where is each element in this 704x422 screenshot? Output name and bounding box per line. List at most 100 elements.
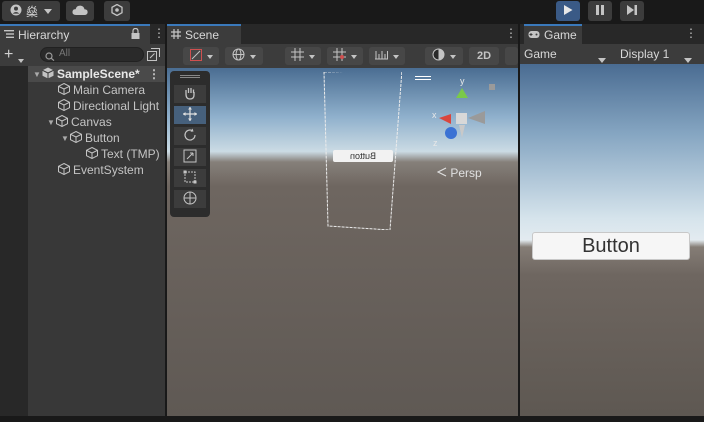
more-options-icon[interactable]: ⋮ bbox=[685, 27, 697, 39]
expand-arrow-icon[interactable]: ▼ bbox=[60, 134, 70, 143]
hierarchy-search-input[interactable]: All bbox=[40, 47, 144, 62]
more-options-icon[interactable]: ⋮ bbox=[153, 27, 165, 39]
pause-icon bbox=[595, 4, 605, 18]
shading-mode-dropdown[interactable] bbox=[425, 47, 463, 65]
game-panel: Game ⋮ Game Display 1 Button bbox=[520, 24, 704, 416]
unity-scene-icon bbox=[42, 67, 54, 82]
chevron-down-icon bbox=[206, 50, 213, 62]
tab-hierarchy[interactable]: Hierarchy bbox=[0, 24, 150, 44]
create-button[interactable]: + bbox=[4, 46, 13, 64]
search-icon bbox=[45, 50, 55, 64]
shading-sphere-icon bbox=[432, 48, 445, 64]
gameobject-cube-icon bbox=[58, 82, 70, 98]
game-mode-dropdown[interactable]: Game bbox=[524, 46, 608, 63]
expand-arrow-icon[interactable]: ▼ bbox=[32, 70, 42, 79]
ruler-icon bbox=[375, 49, 388, 63]
scale-icon bbox=[183, 149, 197, 166]
tree-item-label: Directional Light bbox=[73, 99, 160, 113]
game-mode-label: Game bbox=[524, 47, 557, 61]
rotate-tool-button[interactable] bbox=[174, 127, 206, 145]
game-ui-button[interactable]: Button bbox=[532, 232, 690, 260]
display-label: Display 1 bbox=[620, 47, 670, 61]
transform-tool-button[interactable] bbox=[174, 190, 206, 208]
tree-item-label: Main Camera bbox=[73, 83, 146, 97]
chevron-down-icon bbox=[309, 50, 315, 62]
hierarchy-icon bbox=[4, 28, 14, 42]
persp-arrow-icon bbox=[436, 166, 450, 180]
gamepad-icon bbox=[528, 28, 540, 42]
tab-label: Hierarchy bbox=[18, 28, 70, 42]
account-dropdown[interactable]: 燊 bbox=[2, 1, 60, 21]
game-viewport[interactable]: Button bbox=[520, 64, 704, 416]
lock-icon[interactable] bbox=[131, 27, 140, 42]
tab-label: Game bbox=[544, 28, 577, 42]
gameobject-cube-icon bbox=[56, 114, 68, 130]
hand-icon bbox=[183, 86, 197, 103]
viewport-handle-line bbox=[415, 79, 431, 80]
step-icon bbox=[627, 4, 637, 18]
draw-mode-icon bbox=[189, 48, 202, 64]
rect-tool-button[interactable] bbox=[174, 169, 206, 187]
tree-item-label: Text (TMP) bbox=[101, 147, 160, 161]
grid-snap-dropdown[interactable] bbox=[285, 47, 321, 65]
gizmo-x-label: x bbox=[432, 110, 437, 120]
display-dropdown[interactable]: Display 1 bbox=[620, 46, 700, 63]
scene-viewport[interactable]: Button y x z Persp bbox=[167, 68, 518, 416]
move-icon bbox=[183, 106, 197, 124]
expand-arrow-icon[interactable]: ▼ bbox=[46, 118, 56, 127]
move-tool-button[interactable] bbox=[174, 106, 206, 124]
play-icon bbox=[563, 4, 573, 18]
rotate-icon bbox=[183, 128, 197, 145]
tab-scene[interactable]: Scene bbox=[167, 24, 241, 44]
step-button[interactable] bbox=[620, 1, 644, 21]
gizmo-y-label: y bbox=[460, 76, 465, 86]
main-toolbar: 燊 bbox=[0, 0, 704, 22]
rect-tool-icon bbox=[183, 170, 197, 187]
tool-palette bbox=[170, 71, 210, 217]
tab-game[interactable]: Game bbox=[524, 24, 582, 44]
play-button[interactable] bbox=[556, 1, 580, 21]
services-icon bbox=[111, 3, 123, 19]
scene-button-preview[interactable]: Button bbox=[333, 150, 393, 162]
chevron-down-icon bbox=[44, 4, 52, 18]
gizmo-z-label: z bbox=[433, 138, 438, 148]
cloud-icon bbox=[72, 4, 88, 18]
persp-label[interactable]: Persp bbox=[436, 166, 482, 180]
chevron-down-icon bbox=[351, 50, 357, 62]
pause-button[interactable] bbox=[588, 1, 612, 21]
gameobject-cube-icon bbox=[70, 130, 82, 146]
hierarchy-gutter bbox=[0, 66, 28, 416]
game-toolbar: Game Display 1 bbox=[520, 44, 704, 64]
more-options-icon[interactable]: ⋮ bbox=[505, 27, 517, 39]
hierarchy-toolbar: + All bbox=[0, 44, 165, 66]
increment-snap-dropdown[interactable] bbox=[369, 47, 405, 65]
viewport-handle-line bbox=[415, 76, 431, 77]
tab-label: Scene bbox=[185, 28, 220, 42]
bottom-strip bbox=[0, 416, 704, 422]
hierarchy-panel: Hierarchy ⋮ + All ▼ SampleScene* ⋮ Main … bbox=[0, 24, 165, 416]
scene-panel: Scene ⋮ 2D Button y x z Persp bbox=[167, 24, 518, 416]
gameobject-cube-icon bbox=[58, 98, 70, 114]
game-tab-row: Game ⋮ bbox=[520, 24, 704, 44]
more-options-icon[interactable]: ⋮ bbox=[148, 68, 160, 80]
snap-icon bbox=[333, 48, 346, 64]
transform-icon bbox=[183, 191, 197, 208]
globe-dropdown[interactable] bbox=[225, 47, 263, 65]
services-button[interactable] bbox=[104, 1, 130, 21]
snap-settings-dropdown[interactable] bbox=[327, 47, 363, 65]
scene-tab-row: Scene ⋮ bbox=[167, 24, 518, 44]
scale-tool-button[interactable] bbox=[174, 148, 206, 166]
chevron-down-icon bbox=[250, 50, 256, 62]
draw-mode-dropdown[interactable] bbox=[183, 47, 219, 65]
tree-item-label: Canvas bbox=[71, 115, 112, 129]
cloud-button[interactable] bbox=[66, 1, 94, 21]
scene-toolbar-overflow[interactable] bbox=[505, 47, 518, 65]
toggle-2d-button[interactable]: 2D bbox=[469, 47, 499, 65]
tree-item-label: SampleScene* bbox=[57, 67, 140, 81]
orientation-gizmo[interactable]: y x z bbox=[429, 74, 501, 160]
scene-visibility-icon[interactable] bbox=[147, 48, 160, 64]
chevron-down-icon[interactable] bbox=[18, 52, 24, 66]
tree-item-label: Button bbox=[85, 131, 120, 145]
gameobject-cube-icon bbox=[86, 146, 98, 162]
hand-tool-button[interactable] bbox=[174, 85, 206, 103]
